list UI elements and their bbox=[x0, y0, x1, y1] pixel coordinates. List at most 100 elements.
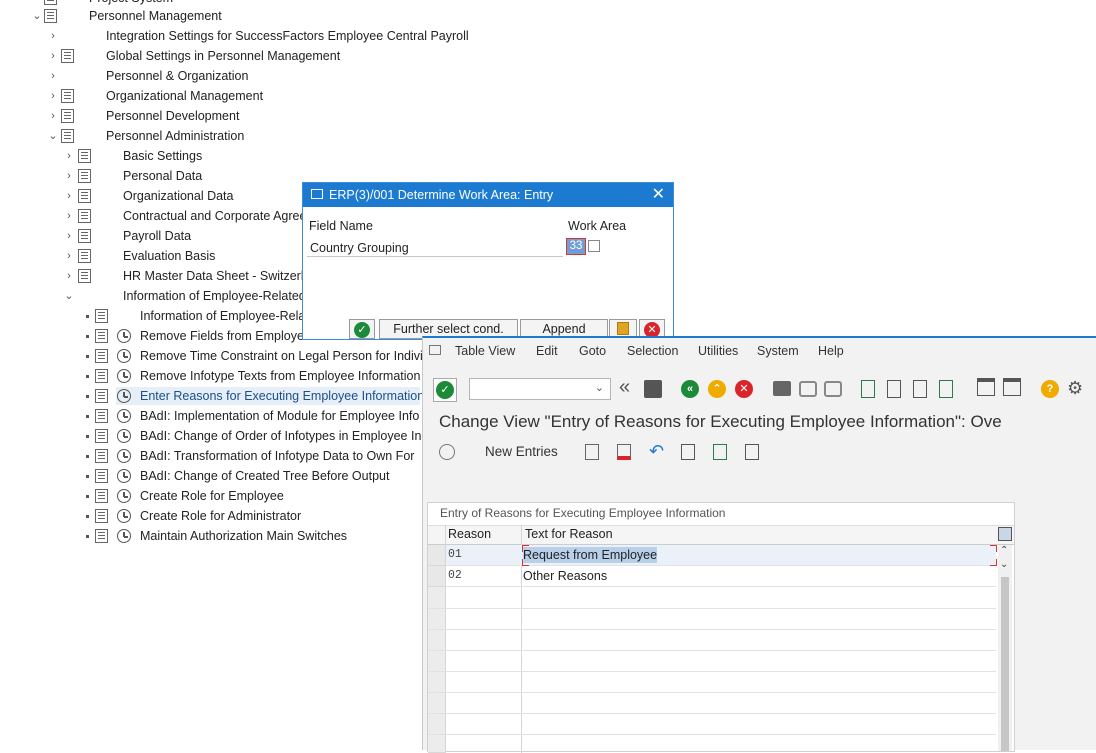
execute-icon[interactable] bbox=[117, 509, 131, 523]
menu-edit[interactable]: Edit bbox=[536, 344, 558, 358]
execute-icon[interactable] bbox=[117, 489, 131, 503]
chevron-right-icon[interactable]: › bbox=[64, 146, 74, 166]
table-header bbox=[428, 525, 1014, 545]
chevron-down-icon[interactable]: ⌄ bbox=[32, 6, 42, 26]
display-change-icon[interactable] bbox=[439, 444, 455, 460]
menu-bar: Table View Edit Goto Selection Utilities… bbox=[423, 338, 1096, 366]
first-page-icon[interactable] bbox=[861, 380, 875, 398]
chevron-right-icon[interactable]: › bbox=[48, 106, 58, 126]
chevron-right-icon[interactable]: › bbox=[64, 206, 74, 226]
dialog-title: ERP(3)/001 Determine Work Area: Entry bbox=[329, 188, 554, 202]
bullet-icon bbox=[86, 515, 89, 518]
previous-page-icon[interactable] bbox=[887, 380, 901, 398]
bullet-icon bbox=[86, 315, 89, 318]
table-settings-icon[interactable] bbox=[998, 527, 1012, 541]
chevron-right-icon[interactable]: › bbox=[48, 66, 58, 86]
menu-system[interactable]: System bbox=[757, 344, 799, 358]
bullet-icon bbox=[86, 495, 89, 498]
select-all-icon[interactable] bbox=[681, 444, 695, 460]
enter-button[interactable]: ✓ bbox=[433, 378, 457, 402]
new-session-icon[interactable] bbox=[977, 378, 995, 396]
reasons-table: Entry of Reasons for Executing Employee … bbox=[427, 502, 1015, 753]
chevron-right-icon[interactable]: › bbox=[64, 226, 74, 246]
find-icon[interactable] bbox=[799, 381, 817, 397]
tree-label: Remove Time Constraint on Legal Person f… bbox=[140, 349, 430, 363]
execute-icon[interactable] bbox=[117, 409, 131, 423]
column-header-text[interactable]: Text for Reason bbox=[525, 527, 613, 541]
menu-selection[interactable]: Selection bbox=[627, 344, 678, 358]
shortcut-icon[interactable] bbox=[1003, 378, 1021, 396]
menu-table-view[interactable]: Table View bbox=[455, 344, 515, 358]
copy-as-icon[interactable] bbox=[585, 444, 599, 460]
chevron-right-icon[interactable]: › bbox=[64, 186, 74, 206]
bullet-icon bbox=[86, 475, 89, 478]
next-page-icon[interactable] bbox=[913, 380, 927, 398]
save-icon[interactable] bbox=[644, 380, 662, 398]
window-menu-icon[interactable] bbox=[429, 345, 441, 355]
table-title: Entry of Reasons for Executing Employee … bbox=[440, 506, 726, 520]
chevron-right-icon[interactable]: › bbox=[48, 46, 58, 66]
exit-icon[interactable]: ⌃ bbox=[708, 380, 726, 398]
undo-icon[interactable]: ↶ bbox=[649, 441, 664, 462]
work-area-input[interactable]: 33 bbox=[566, 238, 586, 255]
vertical-scrollbar[interactable]: ⌃ ⌄ bbox=[998, 545, 1012, 751]
execute-icon[interactable] bbox=[117, 429, 131, 443]
chevron-right-icon[interactable]: › bbox=[64, 266, 74, 286]
delete-icon[interactable] bbox=[617, 444, 631, 460]
chevron-right-icon[interactable]: › bbox=[48, 26, 58, 46]
empty-row-line bbox=[428, 713, 996, 714]
bullet-icon bbox=[86, 435, 89, 438]
chevron-right-icon[interactable]: › bbox=[64, 246, 74, 266]
bullet-icon bbox=[86, 375, 89, 378]
scroll-down-icon[interactable]: ⌄ bbox=[1000, 559, 1008, 570]
chevron-right-icon[interactable]: › bbox=[48, 86, 58, 106]
execute-icon[interactable] bbox=[117, 529, 131, 543]
text-cell[interactable]: Other Reasons bbox=[523, 566, 607, 586]
execute-icon[interactable] bbox=[117, 349, 131, 363]
chevron-right-icon[interactable]: › bbox=[64, 166, 74, 186]
menu-utilities[interactable]: Utilities bbox=[698, 344, 738, 358]
reason-cell[interactable]: 01 bbox=[448, 545, 462, 565]
new-entries-button[interactable]: New Entries bbox=[485, 444, 558, 459]
execute-icon[interactable] bbox=[117, 449, 131, 463]
tree-label: Contractual and Corporate Agree bbox=[123, 209, 307, 223]
row-selector[interactable] bbox=[428, 545, 445, 566]
chevron-down-icon[interactable]: ⌄ bbox=[64, 286, 74, 306]
node-icon bbox=[61, 89, 74, 103]
empty-row-line bbox=[428, 608, 996, 609]
value-help-icon[interactable] bbox=[588, 240, 600, 252]
command-field[interactable]: ⌄ bbox=[469, 378, 611, 400]
confirm-button[interactable]: ✓ bbox=[349, 319, 375, 339]
empty-row-line bbox=[428, 734, 996, 735]
menu-help[interactable]: Help bbox=[818, 344, 844, 358]
find-next-icon[interactable] bbox=[824, 381, 842, 397]
cancel-icon[interactable]: ✕ bbox=[735, 380, 753, 398]
close-icon[interactable]: ✕ bbox=[652, 183, 665, 207]
bullet-icon bbox=[86, 395, 89, 398]
double-chevron-left-icon[interactable]: « bbox=[619, 376, 630, 399]
execute-icon[interactable] bbox=[117, 389, 131, 403]
focus-marker bbox=[990, 545, 997, 552]
help-icon[interactable]: ? bbox=[1041, 380, 1059, 398]
execute-icon[interactable] bbox=[117, 329, 131, 343]
column-header-reason[interactable]: Reason bbox=[448, 527, 491, 541]
deselect-all-icon[interactable] bbox=[745, 444, 759, 460]
execute-icon[interactable] bbox=[117, 369, 131, 383]
print-icon[interactable] bbox=[773, 381, 791, 396]
chevron-down-icon[interactable]: ⌄ bbox=[595, 381, 604, 394]
settings-gear-icon[interactable]: ⚙ bbox=[1067, 378, 1083, 399]
node-icon bbox=[78, 209, 91, 223]
node-icon bbox=[95, 469, 108, 483]
scrollbar-thumb[interactable] bbox=[1001, 577, 1009, 751]
execute-icon[interactable] bbox=[117, 469, 131, 483]
last-page-icon[interactable] bbox=[939, 380, 953, 398]
back-icon[interactable]: « bbox=[681, 380, 699, 398]
row-selector[interactable] bbox=[428, 566, 445, 587]
menu-goto[interactable]: Goto bbox=[579, 344, 606, 358]
select-block-icon[interactable] bbox=[713, 444, 727, 460]
checkmark-icon: ✓ bbox=[354, 322, 370, 338]
text-cell[interactable]: Request from Employee bbox=[523, 547, 658, 563]
reason-cell[interactable]: 02 bbox=[448, 566, 462, 586]
chevron-down-icon[interactable]: ⌄ bbox=[48, 126, 58, 146]
scroll-up-icon[interactable]: ⌃ bbox=[1000, 545, 1008, 556]
